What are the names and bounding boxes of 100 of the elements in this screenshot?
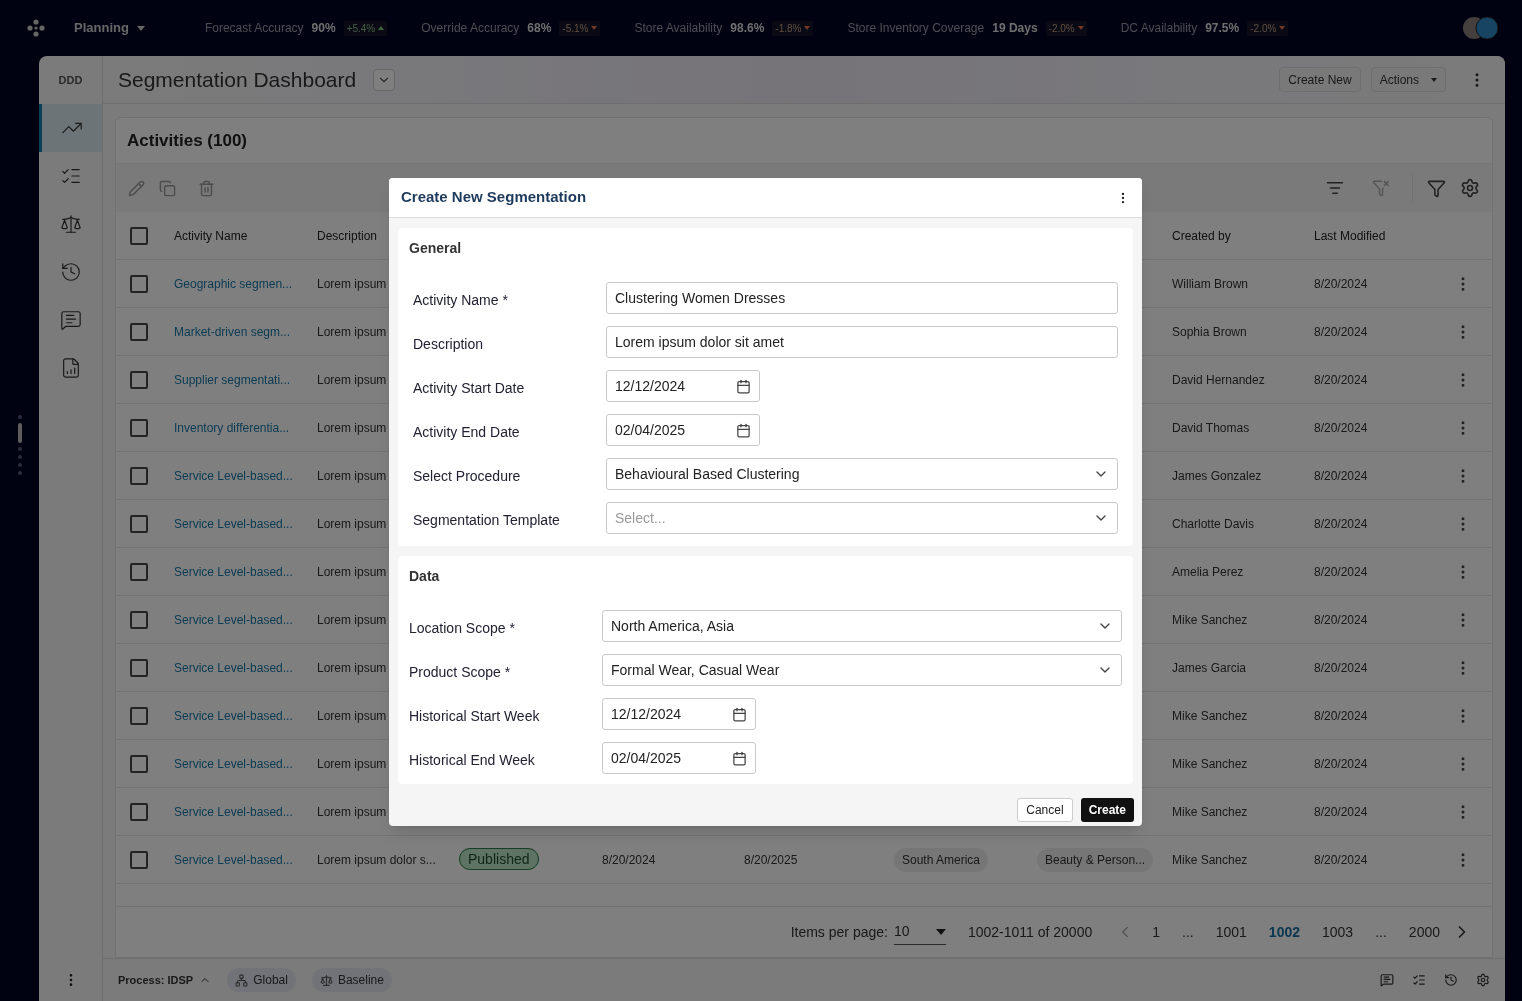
field-label: Description xyxy=(412,334,485,354)
items-per-page-label: Items per page: xyxy=(790,922,888,942)
page-link[interactable]: ... xyxy=(1174,921,1202,943)
settings-icon[interactable] xyxy=(1476,973,1490,987)
column-header[interactable]: Activity Name xyxy=(174,228,248,243)
table-cell: Lorem ipsum xyxy=(317,756,387,771)
activity-link[interactable]: Market-driven segm... xyxy=(174,324,291,339)
table-cell: David Hernandez xyxy=(1172,372,1265,387)
table-cell: 8/20/2024 xyxy=(1314,612,1368,627)
row-checkbox[interactable] xyxy=(130,562,148,581)
history-icon[interactable] xyxy=(1444,973,1458,987)
category-tag: Beauty & Person... xyxy=(1037,847,1154,872)
create-button[interactable]: Create xyxy=(1080,798,1134,822)
dialog-title: Create New Segmentation xyxy=(401,187,587,208)
table-cell: Mike Sanchez xyxy=(1172,756,1248,771)
region-tag: South America xyxy=(894,847,989,872)
section-title: Data xyxy=(409,566,441,586)
cancel-button[interactable]: Cancel xyxy=(1017,798,1073,822)
activity-link[interactable]: Inventory differentia... xyxy=(174,420,290,435)
metric-value: 97.5% xyxy=(1205,20,1240,37)
row-checkbox[interactable] xyxy=(130,226,148,245)
caret-icon xyxy=(1431,77,1437,82)
select-field[interactable]: Formal Wear, Casual Wear xyxy=(602,654,1122,686)
row-checkbox[interactable] xyxy=(130,610,148,629)
comment-icon[interactable] xyxy=(1380,973,1394,987)
title-dropdown-button[interactable] xyxy=(373,68,396,91)
column-header[interactable]: Last Modified xyxy=(1314,228,1386,243)
metric-delta: -2.0% xyxy=(1247,20,1289,36)
metric-value: 98.6% xyxy=(730,20,765,37)
calendar-icon xyxy=(732,750,747,766)
activity-link[interactable]: Service Level-based... xyxy=(174,468,293,483)
page-link[interactable]: ... xyxy=(1367,921,1395,943)
activity-link[interactable]: Service Level-based... xyxy=(174,804,293,819)
table-cell: Lorem ipsum xyxy=(317,420,387,435)
activity-link[interactable]: Service Level-based... xyxy=(174,852,293,867)
table-cell: Lorem ipsum xyxy=(317,708,387,723)
filter-icon[interactable] xyxy=(1326,179,1344,197)
column-header[interactable]: Created by xyxy=(1172,228,1231,243)
date-field[interactable]: 02/04/2025 xyxy=(606,414,760,446)
table-cell: Lorem ipsum xyxy=(317,276,387,291)
date-field[interactable]: 02/04/2025 xyxy=(602,742,756,774)
date-field[interactable]: 12/12/2024 xyxy=(602,698,756,730)
row-checkbox[interactable] xyxy=(130,706,148,725)
table-cell: Lorem ipsum dolor s... xyxy=(317,852,436,867)
process-selector[interactable]: Process: IDSP xyxy=(118,971,212,989)
field-label: Historical End Week xyxy=(409,750,536,770)
activity-link[interactable]: Supplier segmentati... xyxy=(174,372,291,387)
row-checkbox[interactable] xyxy=(130,418,148,437)
table-cell: 8/20/2024 xyxy=(1314,660,1368,675)
input-field[interactable]: Lorem ipsum dolor sit amet xyxy=(606,326,1118,358)
sidebar-item[interactable] xyxy=(39,104,102,152)
table-cell: Mike Sanchez xyxy=(1172,852,1248,867)
page-link[interactable]: 1001 xyxy=(1207,921,1255,943)
page-link[interactable]: 2000 xyxy=(1400,921,1448,943)
activity-link[interactable]: Service Level-based... xyxy=(174,708,293,723)
activity-link[interactable]: Service Level-based... xyxy=(174,660,293,675)
activity-link[interactable]: Geographic segmen... xyxy=(174,276,293,291)
app-menu[interactable]: Planning xyxy=(74,18,145,38)
header-button[interactable]: Actions xyxy=(1370,67,1446,92)
row-checkbox[interactable] xyxy=(130,370,148,389)
metric-label: DC Availability xyxy=(1120,20,1198,37)
activity-link[interactable]: Service Level-based... xyxy=(174,516,293,531)
metric-delta: +5.4% xyxy=(343,20,388,36)
table-cell: 8/20/2024 xyxy=(1314,756,1368,771)
select-field[interactable]: Select... xyxy=(606,502,1118,534)
row-checkbox[interactable] xyxy=(130,658,148,677)
header-button[interactable]: Create New xyxy=(1279,67,1361,92)
row-checkbox[interactable] xyxy=(130,322,148,341)
row-checkbox[interactable] xyxy=(130,754,148,773)
date-field[interactable]: 12/12/2024 xyxy=(606,370,760,402)
row-checkbox[interactable] xyxy=(130,850,148,869)
calendar-icon xyxy=(732,706,747,722)
activity-link[interactable]: Service Level-based... xyxy=(174,612,293,627)
settings-icon[interactable] xyxy=(1460,178,1480,198)
table-cell: David Thomas xyxy=(1172,420,1250,435)
table-cell: Amelia Perez xyxy=(1172,564,1244,579)
logo-icon[interactable] xyxy=(27,19,45,37)
page-link[interactable]: 1002 xyxy=(1260,921,1308,943)
table-cell: Sophia Brown xyxy=(1172,324,1247,339)
activity-link[interactable]: Service Level-based... xyxy=(174,564,293,579)
table-cell: 8/20/2024 xyxy=(1314,852,1368,867)
field-label: Select Procedure xyxy=(412,466,522,486)
column-header[interactable]: Description xyxy=(317,228,378,243)
input-field[interactable]: Clustering Women Dresses xyxy=(606,282,1118,314)
select-field[interactable]: North America, Asia xyxy=(602,610,1122,642)
page-link[interactable]: 1003 xyxy=(1314,921,1362,943)
card-title: Activities (100) xyxy=(127,129,247,152)
row-checkbox[interactable] xyxy=(130,514,148,533)
table-cell: Lorem ipsum xyxy=(317,372,387,387)
items-per-page-select[interactable]: 10 xyxy=(893,919,946,945)
field-label: Location Scope * xyxy=(409,618,516,638)
row-checkbox[interactable] xyxy=(130,802,148,821)
select-field[interactable]: Behavioural Based Clustering xyxy=(606,458,1118,490)
row-checkbox[interactable] xyxy=(130,466,148,485)
caret-icon xyxy=(136,25,145,31)
checklist-icon[interactable] xyxy=(1412,973,1426,987)
field-label: Historical Start Week xyxy=(409,706,541,726)
activity-link[interactable]: Service Level-based... xyxy=(174,756,293,771)
row-checkbox[interactable] xyxy=(130,274,148,293)
page-link[interactable]: 1 xyxy=(1144,921,1169,943)
